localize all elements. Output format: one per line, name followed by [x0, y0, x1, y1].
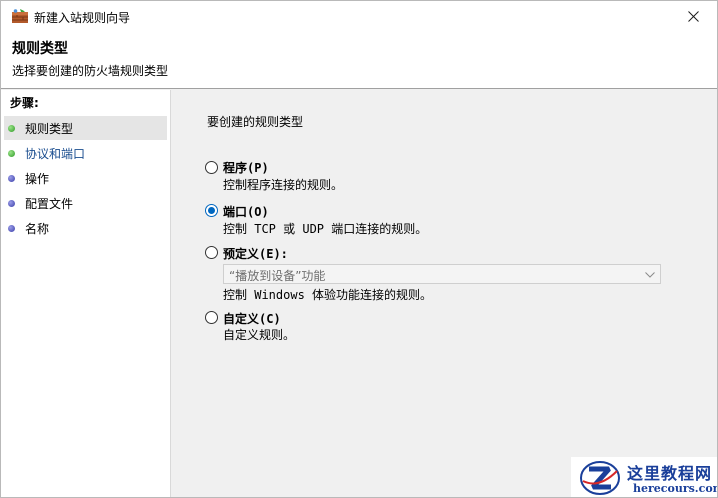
step-done-icon	[8, 150, 15, 157]
close-button[interactable]	[671, 1, 717, 32]
predefined-select[interactable]: “播放到设备”功能	[223, 264, 661, 284]
rule-type-prompt: 要创建的规则类型	[207, 115, 304, 129]
step-pending-icon	[8, 175, 15, 182]
watermark-domain: herecours.com	[633, 482, 718, 495]
option-program-desc: 控制程序连接的规则。	[223, 178, 344, 192]
step-rule-type: 规则类型	[4, 116, 167, 140]
page-title: 规则类型	[12, 41, 68, 57]
firewall-app-icon	[12, 9, 28, 23]
main-content: 要创建的规则类型 程序(P) 控制程序连接的规则。 端口(O) 控制 TCP 或…	[172, 90, 717, 497]
radio-port[interactable]	[205, 204, 218, 217]
option-predefined-label[interactable]: 预定义(E):	[223, 245, 288, 262]
step-done-icon	[8, 125, 15, 132]
step-pending-icon	[8, 225, 15, 232]
option-port-label[interactable]: 端口(O)	[223, 203, 269, 220]
wizard-header: 规则类型 选择要创建的防火墙规则类型	[1, 32, 717, 89]
radio-program[interactable]	[205, 161, 218, 174]
wizard-window: 新建入站规则向导 规则类型 选择要创建的防火墙规则类型 步骤: 规则类型 协议和…	[0, 0, 718, 498]
chevron-down-icon	[645, 272, 655, 278]
option-program-label[interactable]: 程序(P)	[223, 159, 269, 176]
option-predefined-desc: 控制 Windows 体验功能连接的规则。	[223, 288, 433, 302]
steps-panel: 步骤: 规则类型 协议和端口 操作 配置文件 名称	[1, 90, 171, 497]
predefined-select-value: “播放到设备”功能	[229, 269, 326, 283]
close-icon	[688, 11, 699, 22]
watermark-name: 这里教程网	[627, 464, 713, 483]
step-label: 操作	[25, 172, 50, 186]
watermark-logo	[580, 461, 620, 495]
option-port-desc: 控制 TCP 或 UDP 端口连接的规则。	[223, 222, 428, 236]
title-bar: 新建入站规则向导	[1, 1, 717, 32]
watermark: 这里教程网 herecours.com	[571, 457, 718, 497]
step-pending-icon	[8, 200, 15, 207]
step-profile: 配置文件	[4, 191, 167, 215]
page-subtitle: 选择要创建的防火墙规则类型	[12, 64, 169, 78]
step-protocol-ports[interactable]: 协议和端口	[4, 141, 167, 165]
window-title: 新建入站规则向导	[34, 11, 131, 25]
step-label: 规则类型	[25, 122, 74, 136]
option-custom-desc: 自定义规则。	[223, 328, 296, 342]
step-action: 操作	[4, 166, 167, 190]
radio-predefined[interactable]	[205, 246, 218, 259]
step-label: 名称	[25, 222, 50, 236]
steps-title: 步骤:	[10, 96, 39, 110]
option-custom-label[interactable]: 自定义(C)	[223, 310, 281, 327]
step-label: 配置文件	[25, 197, 74, 211]
step-label: 协议和端口	[25, 147, 86, 161]
radio-custom[interactable]	[205, 311, 218, 324]
step-name: 名称	[4, 216, 167, 240]
